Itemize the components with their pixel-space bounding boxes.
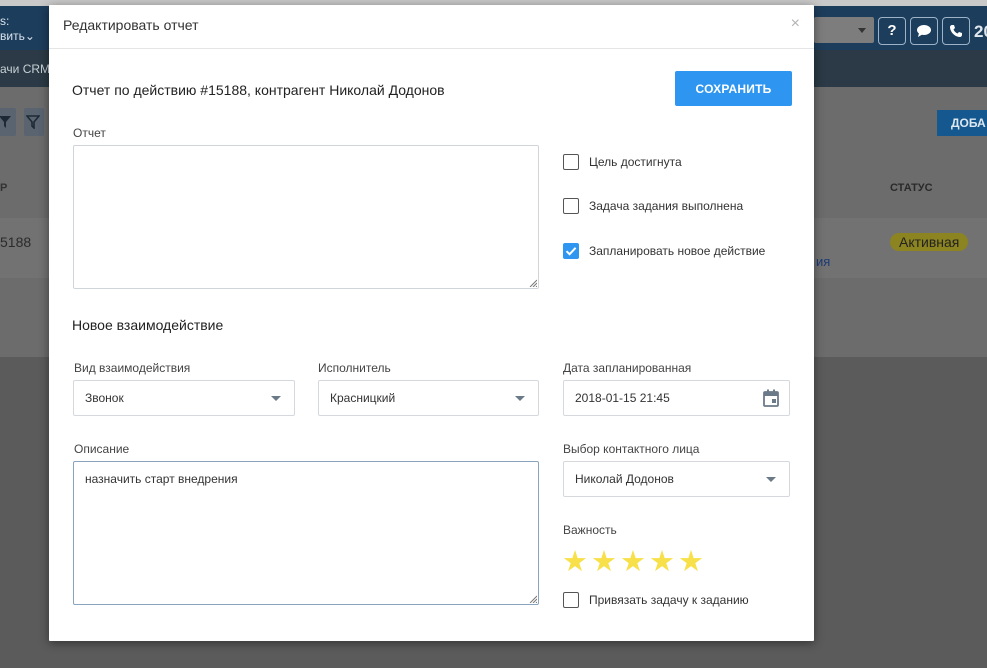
executor-label: Исполнитель (318, 361, 391, 375)
add-button[interactable]: ДОБА (937, 110, 987, 136)
contact-value: Николай Додонов (575, 472, 674, 486)
contact-label: Выбор контактного лица (563, 442, 700, 456)
report-heading: Отчет по действию #15188, контрагент Ник… (72, 82, 445, 98)
row-number: 5188 (0, 234, 32, 250)
filter-icon (0, 116, 11, 128)
report-textarea[interactable] (73, 145, 539, 289)
caret-down-icon (515, 396, 525, 401)
header-left-bottom: вить (0, 29, 25, 43)
resize-grip-icon[interactable] (529, 595, 537, 603)
interaction-type-label: Вид взаимодействия (74, 361, 191, 375)
checkbox[interactable] (563, 198, 579, 214)
description-label: Описание (74, 442, 130, 456)
contact-select[interactable]: Николай Додонов (563, 461, 790, 497)
executor-select[interactable]: Красницкий (318, 380, 539, 416)
checkbox-label: Цель достигнута (589, 155, 682, 169)
interaction-type-select[interactable]: Звонок (73, 380, 295, 416)
help-button[interactable]: ? (878, 17, 906, 45)
checkbox[interactable] (563, 592, 579, 608)
phone-icon (950, 25, 962, 37)
star-icon[interactable]: ★ (678, 548, 707, 577)
resize-grip-icon[interactable] (529, 279, 537, 287)
header-number: 20 (974, 22, 987, 41)
planned-date-input[interactable]: 2018-01-15 21:45 (563, 380, 790, 416)
planned-date-label: Дата запланированная (563, 361, 692, 375)
chevron-down-icon: ⌄ (24, 29, 35, 43)
caret-down-icon (766, 477, 776, 482)
header-left-top: s: (0, 14, 10, 28)
calendar-icon[interactable] (763, 389, 779, 407)
filter-icon (26, 115, 40, 129)
help-icon: ? (887, 22, 897, 39)
description-textarea[interactable]: назначить старт внедрения (73, 461, 539, 605)
checkbox-label: Привязать задачу к заданию (589, 593, 749, 607)
report-label: Отчет (73, 126, 106, 140)
star-icon[interactable]: ★ (562, 548, 591, 577)
star-icon[interactable]: ★ (649, 548, 678, 577)
dialog-header: Редактировать отчет × (49, 5, 814, 49)
nav-item-crm[interactable]: ачи CRM (0, 62, 50, 76)
phone-button[interactable] (942, 17, 970, 45)
header-select[interactable] (814, 17, 874, 43)
importance-rating[interactable]: ★ ★ ★ ★ ★ (562, 548, 707, 577)
filter-button-2[interactable] (24, 108, 44, 136)
dialog-title: Редактировать отчет (63, 17, 199, 33)
importance-label: Важность (563, 523, 617, 537)
new-interaction-title: Новое взаимодействие (72, 317, 224, 333)
chat-icon (917, 25, 931, 37)
executor-value: Красницкий (330, 391, 396, 405)
star-icon[interactable]: ★ (591, 548, 620, 577)
edit-report-dialog: Редактировать отчет × Отчет по действию … (49, 5, 814, 641)
checkbox-checked[interactable] (563, 243, 579, 259)
caret-down-icon (271, 396, 281, 401)
status-badge: Активная (890, 233, 969, 251)
chat-button[interactable] (910, 17, 938, 45)
interaction-type-value: Звонок (85, 391, 124, 405)
status-column-header[interactable]: СТАТУС (890, 182, 933, 194)
filter-button[interactable] (0, 108, 16, 136)
checkbox-label: Запланировать новое действие (589, 244, 766, 258)
column-header-fragment: Р (0, 182, 8, 194)
close-icon[interactable]: × (791, 15, 800, 33)
row-link[interactable]: ия (816, 254, 830, 269)
save-button[interactable]: СОХРАНИТЬ (675, 71, 792, 106)
checkbox-label: Задача задания выполнена (589, 199, 744, 213)
planned-date-value: 2018-01-15 21:45 (575, 391, 670, 405)
star-icon[interactable]: ★ (620, 548, 649, 577)
checkmark-icon (565, 247, 577, 256)
header-left-menu[interactable]: s: вить⌄ (0, 14, 35, 44)
checkbox[interactable] (563, 154, 579, 170)
